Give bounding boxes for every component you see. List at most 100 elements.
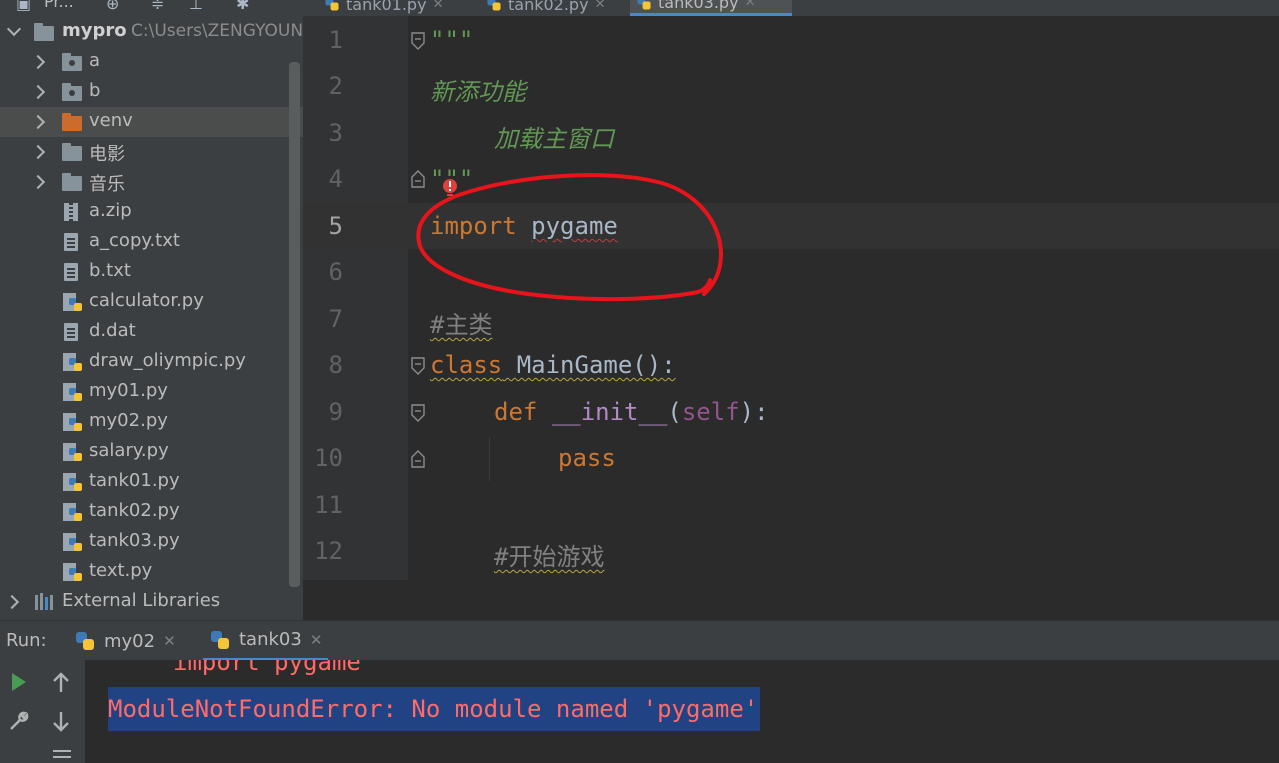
- tree-root-mypro[interactable]: mypro C:\Users\ZENGYOUN: [0, 17, 303, 47]
- item-label: my01.py: [89, 380, 168, 401]
- tree-item-movies[interactable]: 电影: [0, 137, 303, 167]
- tree-item-music[interactable]: 音乐: [0, 167, 303, 197]
- chevron-right-icon[interactable]: [30, 144, 46, 160]
- item-label: tank01.py: [89, 470, 180, 491]
- line-number: 7: [328, 305, 343, 333]
- tree-item-a-copy-txt[interactable]: a_copy.txt: [0, 227, 303, 257]
- hide-icon[interactable]: ⊥: [189, 0, 203, 13]
- paren-close: ):: [739, 398, 769, 426]
- tree-item-tank02-py[interactable]: tank02.py: [0, 497, 303, 527]
- tree-item-salary-py[interactable]: salary.py: [0, 437, 303, 467]
- chevron-down-icon[interactable]: [6, 21, 22, 37]
- line-number: 4: [328, 165, 343, 193]
- console-error-line: ModuleNotFoundError: No module named 'py…: [108, 687, 761, 731]
- chevron-right-icon[interactable]: [30, 84, 46, 100]
- item-label: salary.py: [89, 440, 169, 461]
- line-number: 8: [328, 351, 343, 379]
- chevron-right-icon[interactable]: [30, 54, 46, 70]
- tree-item-text-py[interactable]: text.py: [0, 557, 303, 587]
- text-file-icon: [64, 323, 78, 341]
- tree-item-tank03-py[interactable]: tank03.py: [0, 527, 303, 557]
- run-icon[interactable]: [10, 672, 28, 692]
- console-line-partial: import pygame: [173, 660, 361, 676]
- project-tree: mypro C:\Users\ZENGYOUN a b venv 电影 音乐 a…: [0, 16, 303, 620]
- line-number: 2: [328, 72, 343, 100]
- project-panel-icon[interactable]: ▣: [16, 0, 31, 13]
- item-label: b.txt: [89, 260, 131, 281]
- tab-tank02[interactable]: tank02.py ✕: [480, 0, 611, 16]
- tree-item-tank01-py[interactable]: tank01.py: [0, 467, 303, 497]
- run-console[interactable]: import pygame ModuleNotFoundError: No mo…: [85, 660, 1279, 763]
- scroll-from-source-icon[interactable]: ⊕: [106, 0, 119, 13]
- tree-item-b[interactable]: b: [0, 77, 303, 107]
- run-label: Run:: [6, 630, 47, 651]
- close-icon[interactable]: ✕: [595, 0, 606, 12]
- tab-tank01[interactable]: tank01.py ✕: [318, 0, 449, 16]
- chevron-right-icon[interactable]: [4, 594, 20, 610]
- item-label: d.dat: [89, 320, 136, 341]
- root-name: mypro: [62, 20, 127, 41]
- run-tab-my02[interactable]: my02 ✕: [68, 621, 182, 661]
- run-tab-label: my02: [104, 630, 156, 652]
- collapse-all-icon[interactable]: ≑: [151, 0, 164, 13]
- arrow-up-icon[interactable]: [52, 672, 70, 694]
- close-icon[interactable]: ✕: [310, 631, 323, 649]
- tree-item-d-dat[interactable]: d.dat: [0, 317, 303, 347]
- line-number: 11: [314, 491, 343, 519]
- tree-scrollbar[interactable]: [289, 62, 300, 587]
- editor-empty-area: [303, 580, 1279, 620]
- tab-label: tank03.py: [658, 0, 739, 12]
- close-icon[interactable]: ✕: [433, 0, 444, 12]
- line-number: 10: [314, 444, 343, 472]
- line-number: 5: [328, 212, 343, 240]
- arrow-down-icon[interactable]: [52, 710, 70, 732]
- tree-item-external-libraries[interactable]: External Libraries: [0, 587, 303, 617]
- fold-icon[interactable]: [410, 450, 426, 468]
- line-number: 12: [314, 537, 343, 565]
- zip-file-icon: [64, 203, 78, 221]
- item-label: tank02.py: [89, 500, 180, 521]
- python-file-icon: [63, 443, 82, 461]
- text-file-icon: [64, 233, 78, 251]
- item-label: a.zip: [89, 200, 132, 221]
- tree-item-venv[interactable]: venv: [0, 107, 303, 137]
- code-line-2: 新添功能: [430, 78, 526, 106]
- chevron-right-icon[interactable]: [30, 114, 46, 130]
- tree-item-my02-py[interactable]: my02.py: [0, 407, 303, 437]
- close-icon[interactable]: ✕: [163, 632, 176, 650]
- text-file-icon: [64, 263, 78, 281]
- chevron-right-icon[interactable]: [30, 174, 46, 190]
- project-panel-label[interactable]: Pr...: [44, 0, 74, 11]
- tree-item-calculator-py[interactable]: calculator.py: [0, 287, 303, 317]
- python-file-icon: [63, 413, 82, 431]
- item-label: my02.py: [89, 410, 168, 431]
- tree-item-b-txt[interactable]: b.txt: [0, 257, 303, 287]
- indent-guide: [489, 437, 490, 481]
- tree-item-draw-oliympic-py[interactable]: draw_oliympic.py: [0, 347, 303, 377]
- wrench-icon[interactable]: [8, 710, 30, 732]
- fold-icon[interactable]: [410, 32, 426, 50]
- run-tab-tank03[interactable]: tank03 ✕: [203, 621, 329, 661]
- soft-wrap-icon[interactable]: [52, 748, 72, 763]
- tree-item-a[interactable]: a: [0, 47, 303, 77]
- folder-icon: [62, 83, 82, 101]
- tab-tank03[interactable]: tank03.py ✕: [630, 0, 792, 16]
- item-label: 电影: [89, 144, 125, 165]
- fold-icon[interactable]: [410, 404, 426, 422]
- red-circle-annotation: [416, 173, 723, 302]
- python-file-icon: [63, 563, 82, 581]
- code-line-7: #主类: [430, 311, 493, 339]
- library-icon: [35, 593, 53, 610]
- python-file-icon: [63, 503, 82, 521]
- tree-item-a-zip[interactable]: a.zip: [0, 197, 303, 227]
- close-icon[interactable]: ✕: [745, 0, 756, 10]
- code-line-12: #开始游戏: [494, 543, 605, 571]
- fold-icon[interactable]: [410, 357, 426, 375]
- item-label: a_copy.txt: [89, 230, 180, 251]
- line-number: 1: [328, 26, 343, 54]
- tree-item-my01-py[interactable]: my01.py: [0, 377, 303, 407]
- folder-excluded-icon: [62, 113, 82, 131]
- item-label: 音乐: [89, 174, 125, 195]
- gear-icon[interactable]: ✱: [236, 0, 249, 13]
- folder-icon: [62, 173, 82, 191]
